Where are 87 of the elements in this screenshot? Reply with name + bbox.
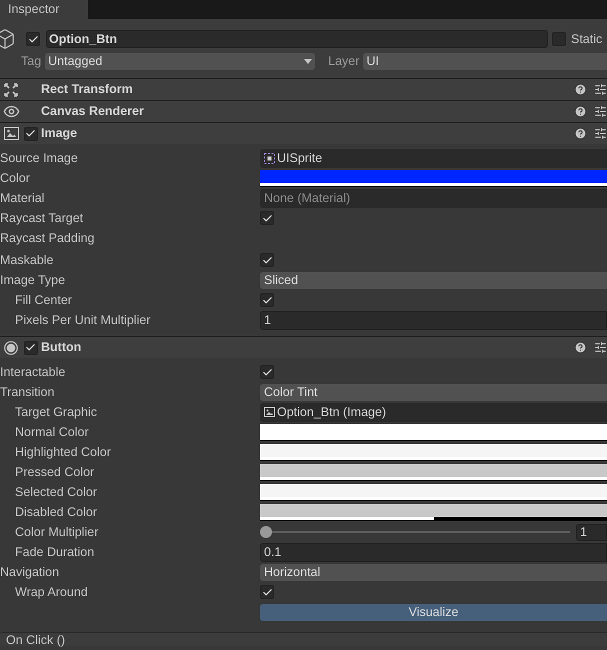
eye-icon	[2, 103, 20, 120]
check-icon	[262, 212, 272, 224]
check-icon	[28, 34, 38, 44]
name-field[interactable]: Option_Btn	[46, 30, 548, 48]
checkbox[interactable]	[24, 340, 38, 354]
property-label: Interactable	[0, 365, 66, 379]
property-label: Color	[0, 171, 30, 185]
checkbox[interactable]	[260, 253, 274, 267]
color-field[interactable]	[260, 170, 607, 186]
event-title: On Click ()	[6, 633, 66, 647]
property-label: Disabled Color	[15, 505, 97, 519]
property-label: Transition	[0, 385, 54, 399]
dropdown[interactable]: Color Tint	[260, 384, 607, 400]
component-title: Image	[41, 125, 78, 142]
rect-transform-icon	[4, 82, 18, 96]
object-field[interactable]: Option_Btn (Image)	[260, 402, 607, 422]
property-label: Pixels Per Unit Multiplier	[15, 313, 150, 327]
object-field[interactable]: None (Material)	[260, 188, 607, 208]
property-label: Normal Color	[15, 425, 89, 439]
component-title: Button	[41, 339, 82, 356]
help-icon[interactable]	[574, 127, 587, 140]
property-label: Target Graphic	[15, 405, 97, 419]
property-label: Navigation	[0, 565, 60, 579]
property-label: Image Type	[0, 273, 66, 287]
tag-dropdown[interactable]: Untagged	[45, 53, 316, 70]
help-icon[interactable]	[574, 105, 587, 118]
property-label: Fade Duration	[15, 545, 94, 559]
visualize-button[interactable]: Visualize	[260, 604, 607, 620]
dropdown[interactable]: Horizontal	[260, 564, 607, 580]
sprite-icon	[264, 152, 275, 164]
property-label: Highlighted Color	[15, 445, 111, 459]
cube-icon	[0, 28, 16, 50]
component-title: Rect Transform	[41, 81, 133, 98]
help-icon[interactable]	[574, 341, 587, 354]
slider[interactable]	[260, 526, 570, 538]
property-label: Raycast Target	[0, 211, 84, 225]
layer-dropdown[interactable]: UI	[363, 53, 607, 70]
button-icon	[4, 340, 18, 354]
number-field[interactable]: 1	[260, 310, 607, 330]
color-field[interactable]	[260, 464, 607, 480]
settings-icon[interactable]	[594, 105, 607, 118]
property-label: Wrap Around	[15, 585, 88, 599]
property-label: Pressed Color	[15, 465, 94, 479]
property-label: Color Multiplier	[15, 525, 98, 539]
help-icon[interactable]	[574, 83, 587, 96]
property-label: Maskable	[0, 253, 54, 267]
settings-icon[interactable]	[594, 127, 607, 140]
number-field[interactable]: 1	[576, 524, 607, 540]
object-field[interactable]: UISprite	[260, 148, 607, 168]
check-icon	[262, 254, 272, 266]
settings-icon[interactable]	[594, 83, 607, 96]
property-label: Selected Color	[15, 485, 97, 499]
checkbox[interactable]	[260, 585, 274, 599]
check-icon	[262, 586, 272, 598]
color-field[interactable]	[260, 484, 607, 500]
static-label: Static	[571, 30, 602, 48]
color-field[interactable]	[260, 444, 607, 460]
property-label: Material	[0, 191, 44, 205]
color-field[interactable]	[260, 504, 607, 520]
check-icon	[25, 342, 36, 353]
checkbox[interactable]	[260, 365, 274, 379]
property-label: Source Image	[0, 151, 78, 165]
checkbox[interactable]	[260, 211, 274, 225]
image-icon	[4, 127, 18, 140]
layer-label: Layer	[328, 53, 360, 70]
settings-icon[interactable]	[594, 341, 607, 354]
component-title: Canvas Renderer	[41, 103, 144, 120]
tag-label: Tag	[21, 53, 42, 70]
checkbox[interactable]	[24, 126, 38, 140]
check-icon	[25, 128, 36, 139]
dropdown[interactable]: Sliced	[260, 272, 607, 288]
inspector-tab[interactable]: Inspector	[0, 0, 88, 19]
checkbox[interactable]	[552, 32, 566, 46]
image-icon	[264, 407, 275, 417]
checkbox[interactable]	[26, 32, 40, 46]
color-field[interactable]	[260, 424, 607, 440]
component-header[interactable]: Image	[0, 123, 607, 144]
checkbox[interactable]	[260, 293, 274, 307]
component-header[interactable]: Canvas Renderer	[0, 101, 607, 122]
dropdown-arrow-icon	[304, 59, 312, 64]
property-label: Raycast Padding	[0, 231, 95, 245]
component-header[interactable]: Button	[0, 337, 607, 358]
property-label: Fill Center	[15, 293, 72, 307]
check-icon	[262, 366, 272, 378]
component-header[interactable]: Rect Transform	[0, 79, 607, 100]
check-icon	[262, 294, 272, 306]
number-field[interactable]: 0.1	[260, 542, 607, 562]
